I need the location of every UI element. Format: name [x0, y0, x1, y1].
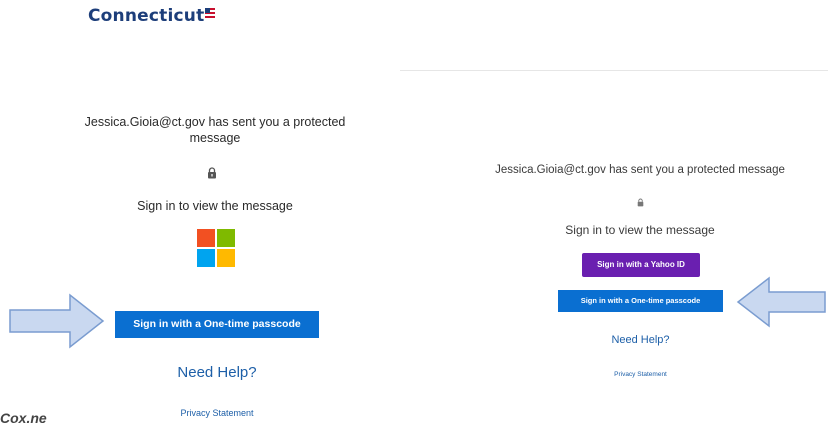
logo-flag-icon	[205, 8, 216, 18]
yahoo-signin-button[interactable]: Sign in with a Yahoo ID	[582, 253, 700, 277]
sender-message-right: Jessica.Gioia@ct.gov has sent you a prot…	[495, 164, 785, 176]
signin-prompt-right: Sign in to view the message	[565, 223, 715, 237]
left-arrow-icon	[735, 276, 827, 328]
microsoft-logo-red-square	[197, 229, 215, 247]
privacy-statement-link[interactable]: Privacy Statement	[115, 408, 319, 418]
privacy-statement-link-right[interactable]: Privacy Statement	[558, 371, 723, 378]
header-divider	[400, 70, 828, 71]
microsoft-logo-blue-square	[197, 249, 215, 267]
logo-text: Connecticut	[88, 6, 205, 26]
need-help-link[interactable]: Need Help?	[115, 364, 319, 381]
signin-prompt: Sign in to view the message	[137, 199, 293, 213]
microsoft-logo-yellow-square	[217, 249, 235, 267]
right-arrow-icon	[8, 292, 106, 350]
one-time-passcode-button[interactable]: Sign in with a One-time passcode	[115, 311, 319, 338]
cut-off-caption: Cox.ne	[0, 410, 47, 426]
connecticut-logo: Connecticut	[88, 6, 216, 26]
lock-icon	[207, 166, 217, 179]
need-help-link-right[interactable]: Need Help?	[558, 334, 723, 346]
microsoft-logo-icon[interactable]	[197, 229, 235, 267]
lock-icon-right	[637, 194, 644, 207]
sender-message: Jessica.Gioia@ct.gov has sent you a prot…	[84, 115, 346, 145]
one-time-passcode-button-right[interactable]: Sign in with a One-time passcode	[558, 290, 723, 312]
microsoft-logo-green-square	[217, 229, 235, 247]
